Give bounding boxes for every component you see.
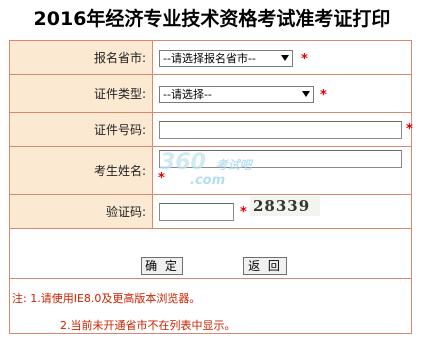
- captcha-label: 验证码:: [10, 195, 153, 228]
- confirm-button[interactable]: 确 定: [141, 257, 183, 275]
- id-number-cell: *: [153, 113, 413, 146]
- watermark-domain: .com: [190, 173, 226, 188]
- required-mark: *: [301, 52, 308, 67]
- id-type-cell: --请选择-- *: [153, 75, 411, 112]
- watermark-sub: 考试吧: [215, 158, 252, 172]
- id-type-label: 证件类型:: [10, 75, 153, 112]
- id-number-input[interactable]: [159, 121, 402, 139]
- id-number-label: 证件号码:: [10, 113, 153, 146]
- required-mark: *: [406, 122, 413, 137]
- required-mark: *: [240, 205, 247, 220]
- captcha-image-text: 28339: [253, 197, 311, 215]
- note-line-2: 2.当前未开通省市不在列表中显示。: [60, 319, 236, 332]
- row-province: 报名省市: --请选择报名省市-- *: [10, 41, 411, 75]
- province-cell: --请选择报名省市-- *: [153, 41, 411, 74]
- required-mark: *: [320, 88, 327, 103]
- captcha-input[interactable]: [159, 203, 234, 221]
- row-buttons: 确 定 返 回: [10, 229, 411, 279]
- back-button[interactable]: 返 回: [243, 257, 287, 275]
- province-label: 报名省市:: [10, 41, 153, 74]
- row-id-number: 证件号码: *: [10, 113, 413, 147]
- row-id-type: 证件类型: --请选择-- *: [10, 75, 411, 113]
- page-title: 2016年经济专业技术资格考试准考证打印: [33, 8, 391, 30]
- province-select-value: --请选择报名省市--: [163, 52, 256, 65]
- chevron-down-icon: [302, 91, 310, 97]
- id-type-select[interactable]: --请选择--: [159, 86, 314, 103]
- captcha-image[interactable]: 28339: [250, 196, 320, 216]
- chevron-down-icon: [281, 55, 289, 61]
- row-captcha: 验证码: *: [10, 195, 411, 229]
- site-watermark-logo: 360 考试吧 .com: [160, 150, 252, 187]
- note-line-1: 注: 1.请使用IE8.0及更高版本浏览器。: [12, 292, 201, 305]
- name-label: 考生姓名:: [10, 147, 153, 194]
- province-select[interactable]: --请选择报名省市--: [159, 50, 293, 67]
- watermark-main: 360: [160, 150, 206, 175]
- id-type-select-value: --请选择--: [163, 88, 212, 101]
